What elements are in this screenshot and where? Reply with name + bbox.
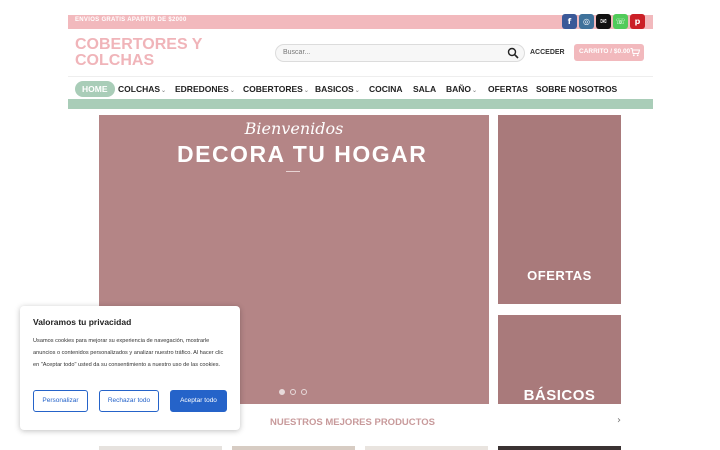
reject-all-button[interactable]: Rechazar todo (99, 390, 159, 412)
instagram-icon[interactable]: ◎ (579, 14, 594, 29)
nav-item-cocina[interactable]: COCINA (369, 81, 403, 97)
nav-item-colchas[interactable]: COLCHAS⌄ (118, 81, 166, 97)
nav-item-home[interactable]: HOME (75, 81, 115, 97)
nav-item-sobre-nosotros[interactable]: SOBRE NOSOTROS (536, 81, 617, 97)
nav-label: BAÑO (446, 84, 472, 94)
top-bar: ENVIOS GRATIS APARTIR DE $2000 f ◎ ✉ ☏ p (68, 14, 653, 29)
slider-dots (279, 389, 307, 395)
nav-label: HOME (82, 84, 108, 94)
chevron-down-icon: ⌄ (303, 87, 309, 94)
basics-card[interactable]: BÁSICOS (498, 315, 621, 404)
product-thumbnail[interactable] (498, 446, 621, 450)
slider-dot[interactable] (290, 389, 296, 395)
phone-icon[interactable]: ☏ (613, 14, 628, 29)
mail-icon[interactable]: ✉ (596, 14, 611, 29)
nav-label: COCINA (369, 84, 403, 94)
site-header: COBERTORES Y COLCHAS Buscar... ACCEDER C… (68, 29, 653, 75)
cookie-consent-dialog: Valoramos tu privacidad Usamos cookies p… (20, 306, 240, 430)
nav-label: BASICOS (315, 84, 354, 94)
nav-item-ofertas[interactable]: OFERTAS (488, 81, 528, 97)
cart-label: CARRITO / $0.00 (579, 48, 631, 55)
accent-divider (68, 99, 653, 109)
cart-icon (630, 48, 640, 57)
cart-button[interactable]: CARRITO / $0.00 (574, 44, 644, 61)
social-links: f ◎ ✉ ☏ p (562, 14, 645, 29)
offers-card[interactable]: OFERTAS (498, 115, 621, 304)
product-thumbnail[interactable] (365, 446, 488, 450)
nav-label: COBERTORES (243, 84, 303, 94)
page: ENVIOS GRATIS APARTIR DE $2000 f ◎ ✉ ☏ p… (0, 0, 720, 450)
chevron-down-icon: ⌄ (229, 87, 235, 94)
chevron-down-icon: ⌄ (354, 87, 360, 94)
slider-dot[interactable] (279, 389, 285, 395)
hero-welcome: Bienvenidos (244, 119, 344, 138)
chevron-down-icon: ⌄ (161, 87, 167, 94)
nav-label: OFERTAS (488, 84, 528, 94)
nav-item-edredones[interactable]: EDREDONES⌄ (175, 81, 235, 97)
site-logo[interactable]: COBERTORES Y COLCHAS (75, 37, 215, 69)
hero-title: DECORA TU HOGAR (177, 141, 428, 167)
nav-item-cobertores[interactable]: COBERTORES⌄ (243, 81, 309, 97)
facebook-icon[interactable]: f (562, 14, 577, 29)
product-thumbnail[interactable] (232, 446, 355, 450)
slider-dot[interactable] (301, 389, 307, 395)
basics-card-label: BÁSICOS (523, 387, 596, 404)
nav-item-sala[interactable]: SALA (413, 81, 436, 97)
accept-all-button[interactable]: Aceptar todo (170, 390, 227, 412)
nav-label: SOBRE NOSOTROS (536, 84, 618, 94)
product-thumbnail[interactable] (99, 446, 222, 450)
nav-label: COLCHAS (118, 84, 161, 94)
search-input[interactable]: Buscar... (275, 44, 525, 62)
hero-divider (286, 171, 300, 172)
nav-item-basicos[interactable]: BASICOS⌄ (315, 81, 360, 97)
cookie-title: Valoramos tu privacidad (33, 317, 132, 327)
free-shipping-notice: ENVIOS GRATIS APARTIR DE $2000 (75, 17, 187, 23)
nav-label: EDREDONES (175, 84, 229, 94)
search-placeholder: Buscar... (283, 49, 311, 56)
chevron-down-icon: ⌄ (472, 87, 478, 94)
chevron-right-icon[interactable]: › (617, 415, 621, 426)
search-icon[interactable] (507, 47, 519, 59)
nav-label: SALA (413, 84, 437, 94)
cookie-message: Usamos cookies para mejorar su experienc… (33, 338, 224, 368)
pinterest-icon[interactable]: p (630, 14, 645, 29)
nav-item-bano[interactable]: BAÑO⌄ (446, 81, 477, 97)
login-link[interactable]: ACCEDER (530, 49, 565, 56)
main-nav: HOME COLCHAS⌄ EDREDONES⌄ COBERTORES⌄ BAS… (68, 76, 653, 98)
offers-card-label: OFERTAS (527, 268, 592, 283)
customize-button[interactable]: Personalizar (33, 390, 88, 412)
